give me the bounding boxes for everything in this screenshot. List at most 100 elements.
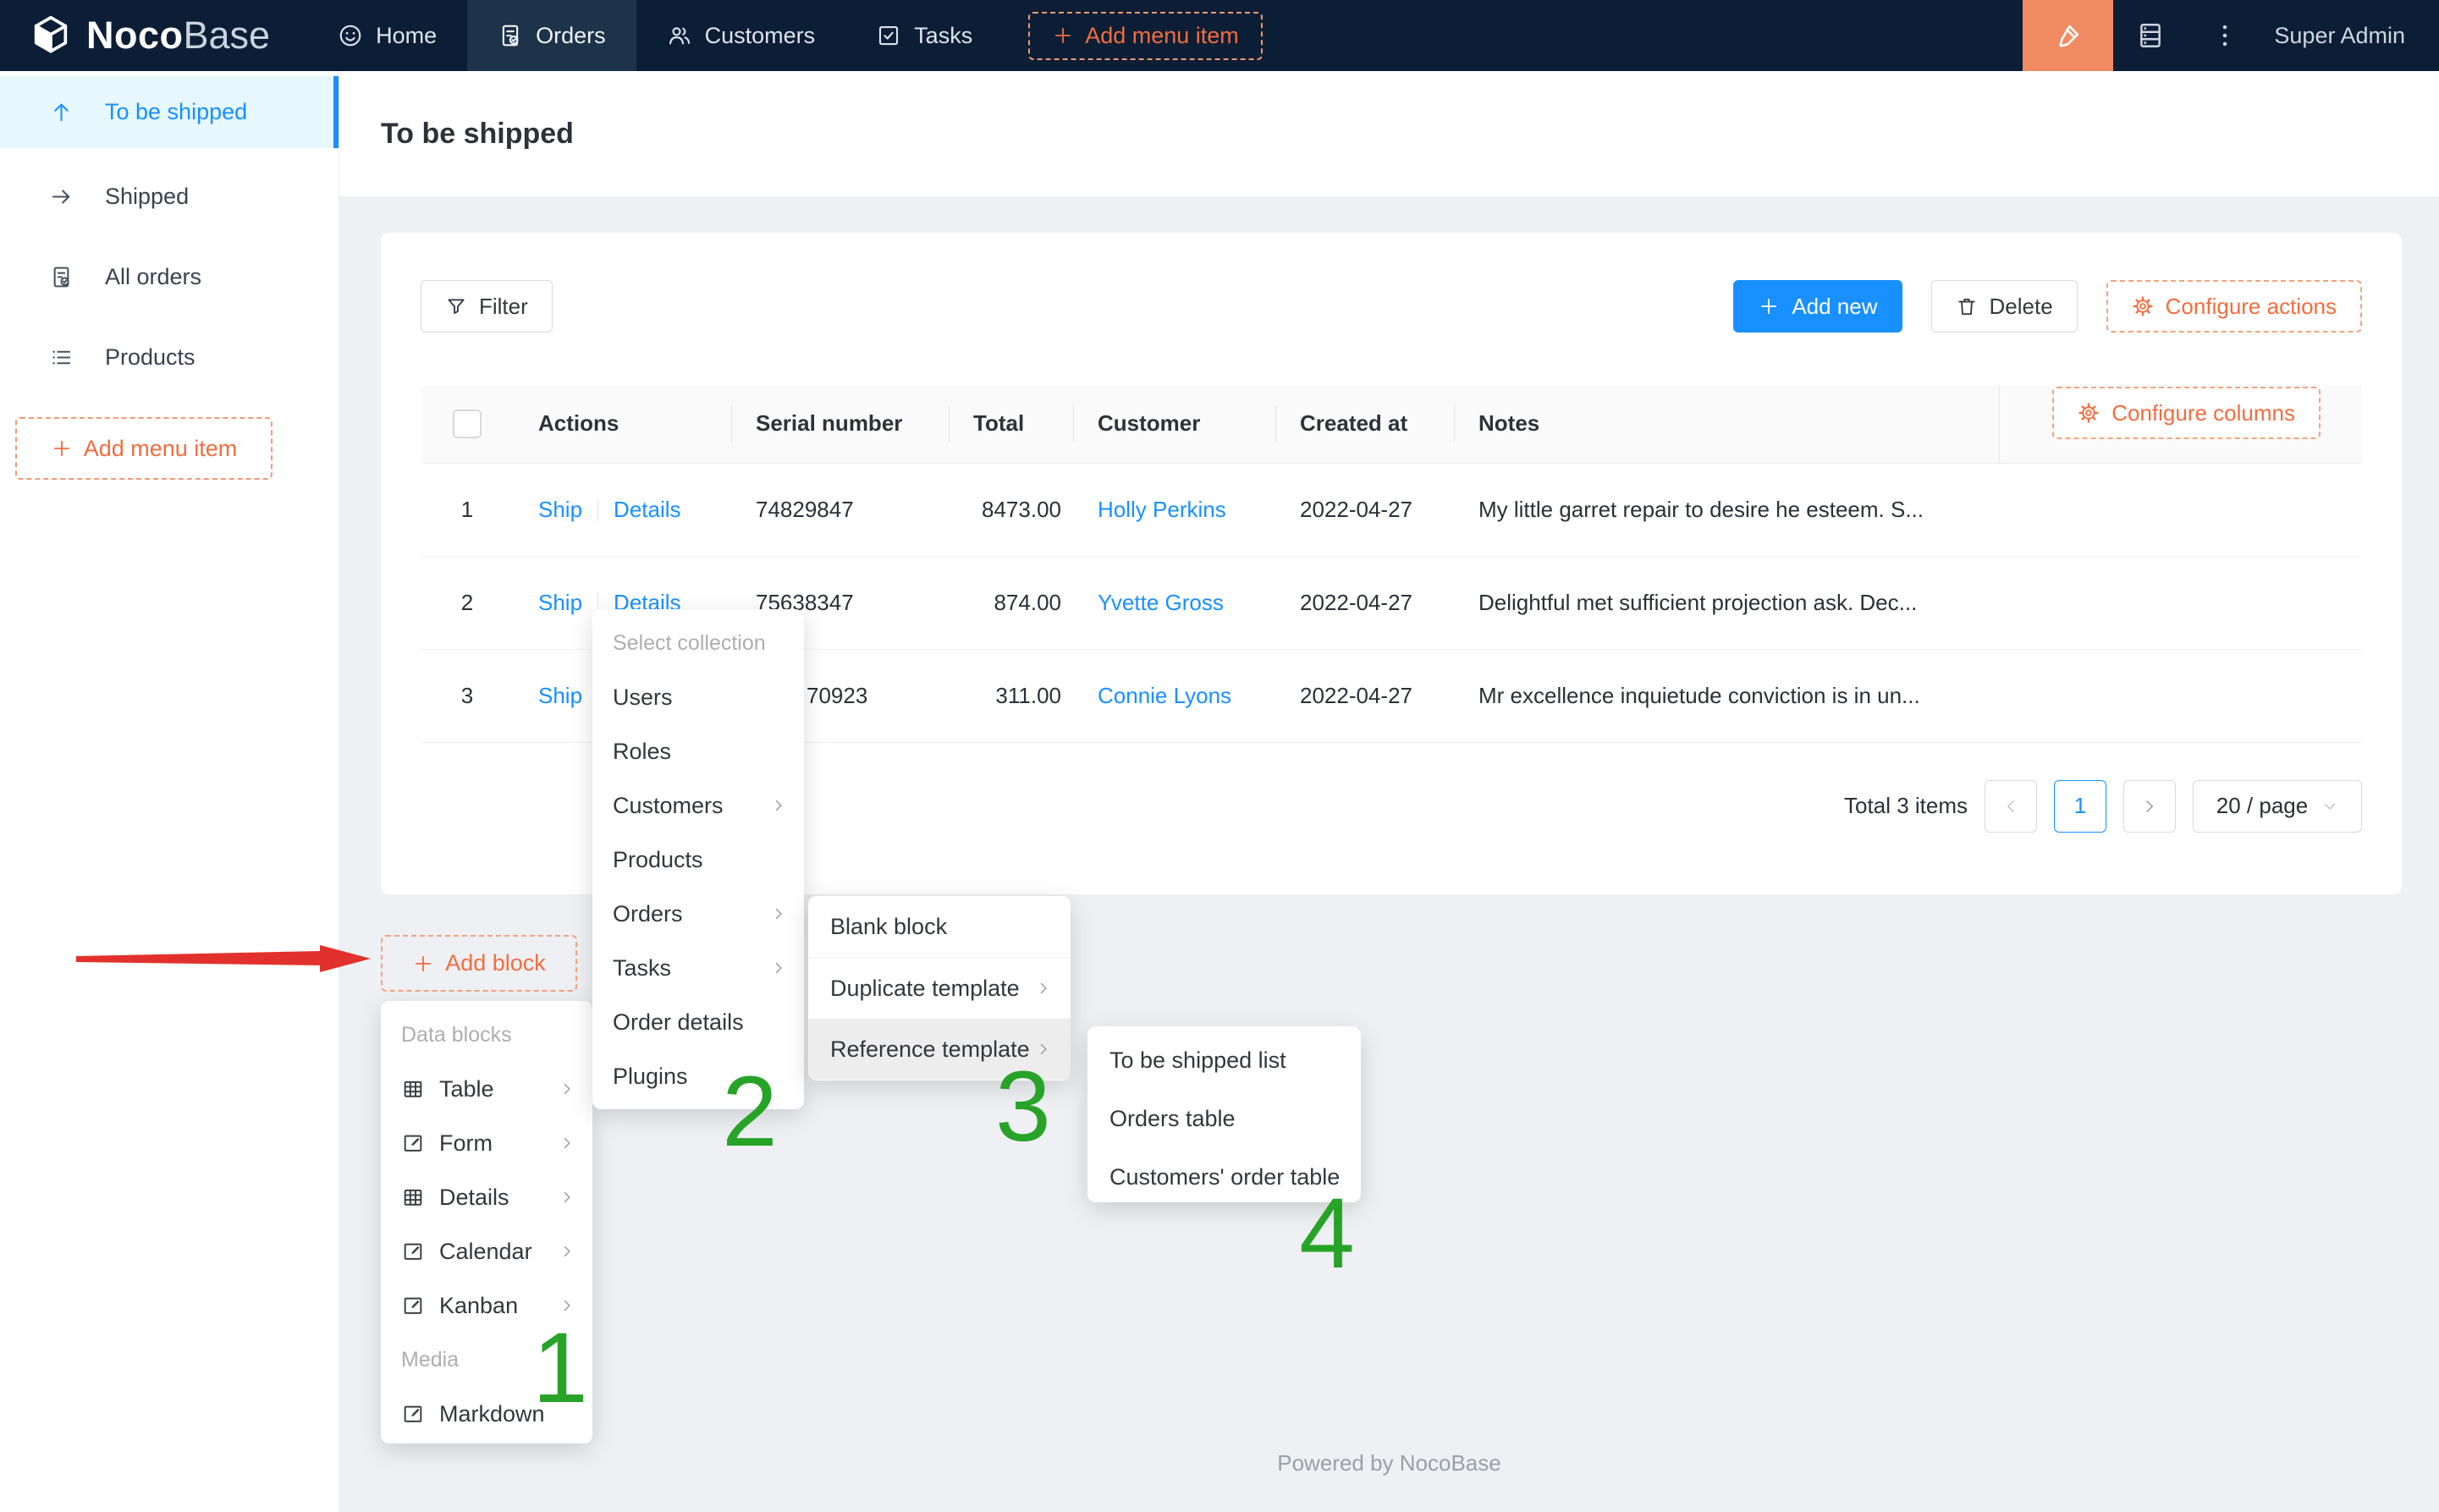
- database-icon: [2136, 21, 2165, 50]
- sidebar-item-shipped[interactable]: Shipped: [0, 161, 339, 233]
- sidebar-item-to-be-shipped[interactable]: To be shipped: [0, 76, 339, 148]
- nav-item-customers[interactable]: Customers: [636, 0, 846, 71]
- add-menu-item-button-sidebar[interactable]: Add menu item: [15, 417, 273, 480]
- cell-notes: Delightful met sufficient projection ask…: [1454, 556, 1999, 649]
- delete-label: Delete: [1990, 294, 2053, 320]
- toolbar-actions: Add new Delete Configure actions: [1733, 280, 2362, 333]
- add-block-button[interactable]: Add block: [381, 935, 577, 992]
- menu-item-label: Duplicate template: [830, 976, 1035, 1002]
- ship-link[interactable]: Ship: [538, 497, 582, 522]
- chevron-right-icon: [1035, 980, 1052, 997]
- chevron-right-icon: [770, 959, 787, 976]
- add-menu-item-button-top[interactable]: Add menu item: [1028, 12, 1263, 60]
- cell-created-at: 2022-04-27: [1275, 556, 1454, 649]
- sidebar-item-products[interactable]: Products: [0, 322, 339, 393]
- top-menu: Home Orders Customers Tas: [307, 0, 1263, 71]
- cell-total: 874.00: [949, 556, 1073, 649]
- chevron-right-icon: [559, 1297, 575, 1314]
- menu-item-label: Table: [439, 1076, 559, 1102]
- customer-link[interactable]: Holly Perkins: [1098, 497, 1226, 522]
- filter-button[interactable]: Filter: [421, 280, 553, 333]
- menu-item-customers[interactable]: Customers: [592, 778, 804, 833]
- pagination-page-1[interactable]: 1: [2054, 780, 2106, 833]
- user-menu[interactable]: Super Admin: [2262, 23, 2439, 49]
- menu-item-label: Order details: [613, 1009, 787, 1036]
- add-menu-item-label: Add menu item: [1085, 23, 1239, 49]
- sidebar-item-label: Shipped: [105, 184, 189, 210]
- menu-item-label: Customers: [613, 793, 770, 819]
- configure-actions-button[interactable]: Configure actions: [2106, 280, 2362, 333]
- menu-item-to-be-shipped-list[interactable]: To be shipped list: [1087, 1031, 1361, 1090]
- chevron-right-icon: [559, 1189, 575, 1206]
- menu-item-table[interactable]: Table: [381, 1062, 592, 1116]
- cell-customer: Holly Perkins: [1073, 463, 1275, 556]
- ship-link[interactable]: Ship: [538, 590, 582, 615]
- chevron-left-icon: [2001, 797, 2020, 816]
- nocobase-logo[interactable]: NocoBase: [0, 14, 307, 58]
- details-link[interactable]: Details: [614, 497, 680, 522]
- delete-button[interactable]: Delete: [1931, 280, 2078, 333]
- add-menu-item-label: Add menu item: [84, 436, 238, 462]
- menu-item-roles[interactable]: Roles: [592, 724, 804, 778]
- cell-notes: Mr excellence inquietude conviction is i…: [1454, 649, 1999, 742]
- sidebar: To be shipped Shipped All orders Product…: [0, 71, 339, 1512]
- annotation-step-3: 3: [995, 1057, 1051, 1157]
- pagination-prev-button[interactable]: [1985, 780, 2037, 833]
- file-done-icon: [498, 23, 523, 48]
- nav-item-tasks[interactable]: Tasks: [845, 0, 1003, 71]
- customer-link[interactable]: Connie Lyons: [1098, 683, 1231, 708]
- row-index: 3: [421, 649, 514, 742]
- gear-icon: [2132, 295, 2154, 317]
- page-size-select[interactable]: 20 / page: [2193, 780, 2362, 833]
- configure-columns-button[interactable]: Configure columns: [2052, 387, 2321, 439]
- menu-item-label: Users: [613, 685, 787, 711]
- nav-item-orders[interactable]: Orders: [467, 0, 636, 71]
- pagination-total: Total 3 items: [1844, 793, 1968, 819]
- menu-item-orders-table[interactable]: Orders table: [1087, 1090, 1361, 1148]
- col-header-serial: Serial number: [731, 385, 949, 463]
- menu-item-label: Blank block: [830, 914, 1052, 940]
- menu-item-order-details[interactable]: Order details: [592, 995, 804, 1049]
- customer-link[interactable]: Yvette Gross: [1098, 590, 1224, 615]
- plus-icon: [1758, 295, 1780, 317]
- cell-notes: My little garret repair to desire he est…: [1454, 463, 1999, 556]
- menu-item-tasks[interactable]: Tasks: [592, 941, 804, 995]
- collection-manager-button[interactable]: [2113, 0, 2188, 71]
- menu-item-duplicate-template[interactable]: Duplicate template: [808, 958, 1071, 1019]
- chevron-right-icon: [559, 1080, 575, 1097]
- pagination-next-button[interactable]: [2123, 780, 2176, 833]
- unordered-list-icon: [49, 345, 74, 370]
- powered-by-footer: Powered by NocoBase: [339, 1450, 2439, 1476]
- sidebar-item-all-orders[interactable]: All orders: [0, 241, 339, 313]
- menu-item-users[interactable]: Users: [592, 670, 804, 724]
- menu-item-form[interactable]: Form: [381, 1116, 592, 1170]
- ship-link[interactable]: Ship: [538, 683, 582, 708]
- chevron-right-icon: [770, 905, 787, 922]
- gear-icon: [2078, 402, 2100, 424]
- plus-icon: [412, 953, 434, 975]
- add-new-button[interactable]: Add new: [1733, 280, 1902, 333]
- more-actions-button[interactable]: [2188, 0, 2262, 71]
- menu-item-label: Tasks: [613, 955, 770, 981]
- logo-text: NocoBase: [86, 14, 270, 58]
- annotation-step-4: 4: [1299, 1184, 1355, 1284]
- chevron-right-icon: [559, 1135, 575, 1152]
- form-icon: [401, 1402, 425, 1426]
- menu-item-orders[interactable]: Orders: [592, 887, 804, 941]
- nav-item-label: Home: [376, 23, 437, 49]
- form-icon: [401, 1131, 425, 1155]
- plus-icon: [1052, 25, 1074, 47]
- menu-item-calendar[interactable]: Calendar: [381, 1224, 592, 1278]
- table-toolbar: Filter Add new Delete: [421, 280, 2362, 333]
- sidebar-item-label: All orders: [105, 264, 201, 290]
- menu-item-label: Products: [613, 847, 787, 873]
- menu-item-details[interactable]: Details: [381, 1170, 592, 1224]
- select-all-checkbox[interactable]: [453, 410, 482, 438]
- nav-item-home[interactable]: Home: [307, 0, 467, 71]
- nav-item-label: Customers: [705, 23, 816, 49]
- form-icon: [401, 1294, 425, 1317]
- menu-item-blank-block[interactable]: Blank block: [808, 896, 1071, 957]
- chevron-right-icon: [559, 1243, 575, 1260]
- menu-item-products[interactable]: Products: [592, 833, 804, 887]
- ui-editor-button[interactable]: [2023, 0, 2113, 71]
